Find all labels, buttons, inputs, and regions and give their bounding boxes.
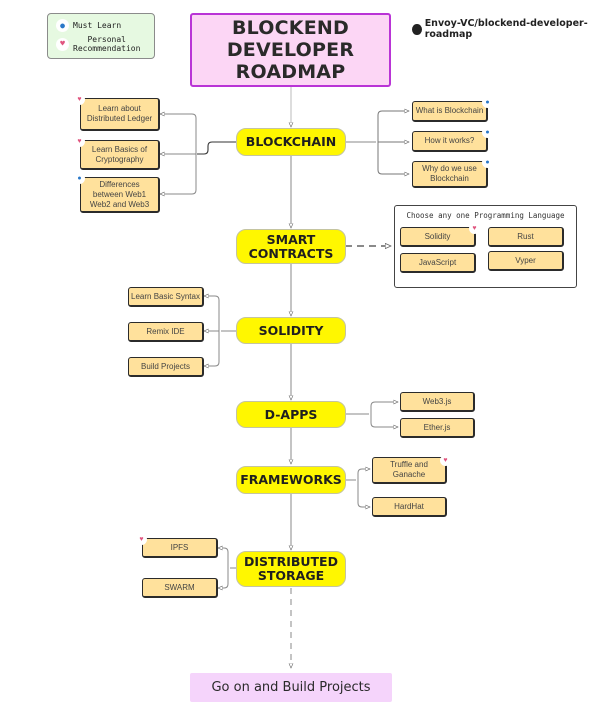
heart-icon: ♥ xyxy=(469,223,480,234)
legend-label: Must Learn xyxy=(73,21,122,30)
heart-icon: ♥ xyxy=(74,94,85,105)
language-option-vyper[interactable]: Vyper xyxy=(488,251,564,271)
sub-node-label: Learn Basic Syntax xyxy=(131,291,200,301)
sub-node-label: Learn about Distributed Ledger xyxy=(86,104,153,123)
must-learn-ribbon-icon: ● xyxy=(482,127,493,138)
language-box-caption: Choose any one Programming Language xyxy=(406,211,565,220)
sub-node-distributed-ledger[interactable]: Learn about Distributed Ledger xyxy=(80,98,160,131)
heart-icon: ♥ xyxy=(440,455,451,466)
sub-node-label: HardHat xyxy=(394,501,424,511)
node-solidity[interactable]: SOLIDITY xyxy=(236,317,346,344)
sub-node-how-it-works[interactable]: How it works? xyxy=(412,131,488,152)
sub-node-label: What is Blockchain xyxy=(415,106,484,115)
sub-node-web-differences[interactable]: Differences between Web1 Web2 and Web3 xyxy=(80,177,160,213)
sub-node-label: Build Projects xyxy=(141,361,190,371)
sub-node-what-is-blockchain[interactable]: What is Blockchain xyxy=(412,101,488,122)
final-node-build-projects[interactable]: Go on and Build Projects xyxy=(190,673,392,702)
sub-node-ipfs[interactable]: IPFS xyxy=(142,538,218,558)
language-option-solidity[interactable]: Solidity xyxy=(400,227,476,247)
language-option-javascript[interactable]: JavaScript xyxy=(400,253,476,273)
sub-node-build-projects[interactable]: Build Projects xyxy=(128,357,204,377)
sub-node-remix-ide[interactable]: Remix IDE xyxy=(128,322,204,342)
node-smart-contracts[interactable]: SMART CONTRACTS xyxy=(236,229,346,264)
sub-node-label: JavaScript xyxy=(418,257,457,267)
repo-label[interactable]: Envoy-VC/blockend-developer-roadmap xyxy=(425,18,610,40)
sub-node-label: Remix IDE xyxy=(146,326,185,336)
sub-node-label: IPFS xyxy=(170,542,189,552)
sub-node-why-blockchain[interactable]: Why do we use Blockchain xyxy=(412,161,488,188)
legend: ● Must Learn ♥ Personal Recommendation xyxy=(47,13,155,59)
page-title: BLOCKEND DEVELOPER ROADMAP xyxy=(190,13,391,87)
blockchain-left-wire xyxy=(197,141,236,155)
must-learn-ribbon-icon: ● xyxy=(482,97,493,108)
legend-item-personal-recommendation: ♥ Personal Recommendation xyxy=(56,35,140,53)
sub-node-label: Truffle and Ganache xyxy=(390,460,428,479)
must-learn-ribbon-icon: ● xyxy=(482,157,493,168)
node-distributed-storage[interactable]: DISTRIBUTED STORAGE xyxy=(236,551,346,587)
must-learn-ribbon-icon: ● xyxy=(74,173,85,184)
language-option-rust[interactable]: Rust xyxy=(488,227,564,247)
heart-icon: ♥ xyxy=(56,37,69,51)
node-blockchain[interactable]: BLOCKCHAIN xyxy=(236,128,346,156)
sub-node-cryptography[interactable]: Learn Basics of Cryptography xyxy=(80,140,160,170)
repo-link[interactable]: Envoy-VC/blockend-developer-roadmap xyxy=(412,18,610,40)
legend-item-must-learn: ● Must Learn xyxy=(56,19,121,32)
sub-node-label: Vyper xyxy=(515,255,536,265)
sub-node-truffle-ganache[interactable]: Truffle and Ganache xyxy=(372,457,447,484)
sub-node-web3js[interactable]: Web3.js xyxy=(400,392,475,412)
sub-node-label: Solidity xyxy=(424,231,451,241)
node-frameworks[interactable]: FRAMEWORKS xyxy=(236,466,346,494)
must-learn-ribbon-icon: ● xyxy=(56,19,69,32)
sub-node-label: Differences between Web1 Web2 and Web3 xyxy=(89,179,150,209)
sub-node-label: Why do we use Blockchain xyxy=(422,164,477,183)
node-dapps[interactable]: D-APPS xyxy=(236,401,346,428)
sub-node-label: Rust xyxy=(517,231,534,241)
sub-node-basic-syntax[interactable]: Learn Basic Syntax xyxy=(128,287,204,307)
github-icon xyxy=(412,23,422,35)
sub-node-etherjs[interactable]: Ether.js xyxy=(400,418,475,438)
sub-node-label: Learn Basics of Cryptography xyxy=(91,144,148,164)
sub-node-label: Ether.js xyxy=(423,422,451,432)
sub-node-label: Web3.js xyxy=(422,396,452,406)
sub-node-label: SWARM xyxy=(164,582,195,592)
sub-node-label: How it works? xyxy=(424,136,475,145)
heart-icon: ♥ xyxy=(136,534,147,545)
heart-icon: ♥ xyxy=(74,136,85,147)
sub-node-swarm[interactable]: SWARM xyxy=(142,578,218,598)
sub-node-hardhat[interactable]: HardHat xyxy=(372,497,447,517)
legend-label: Personal Recommendation xyxy=(73,35,141,53)
